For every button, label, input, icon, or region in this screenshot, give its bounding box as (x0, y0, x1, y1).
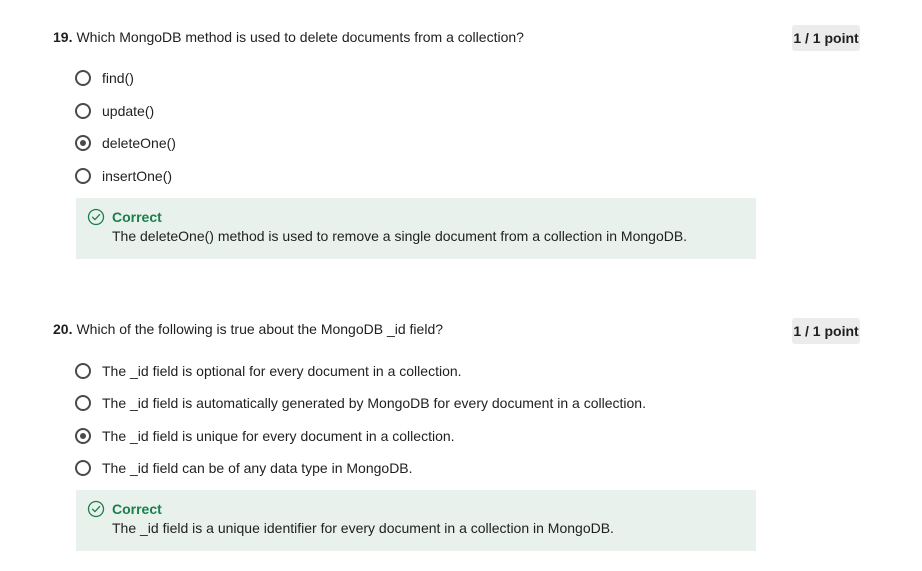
option-label: update() (102, 103, 155, 119)
option-label: The _id field is automatically generated… (102, 395, 646, 411)
option-label: deleteOne() (102, 135, 176, 151)
option-auto-generated[interactable]: The _id field is automatically generated… (75, 393, 646, 413)
question-text: Which of the following is true about the… (76, 321, 444, 337)
option-any-type[interactable]: The _id field can be of any data type in… (75, 458, 413, 478)
check-circle-icon (87, 500, 105, 518)
feedback-panel: Correct The _id field is a unique identi… (76, 490, 756, 551)
option-deleteone[interactable]: deleteOne() (75, 133, 176, 153)
question-header: 19. Which MongoDB method is used to delet… (53, 28, 524, 46)
option-label: The _id field can be of any data type in… (102, 460, 413, 476)
question-header: 20. Which of the following is true about … (53, 320, 443, 338)
radio-button[interactable] (75, 460, 91, 476)
question-number: 19. (53, 29, 73, 45)
radio-button[interactable] (75, 168, 91, 184)
option-insertone[interactable]: insertOne() (75, 166, 172, 186)
option-label: The _id field is optional for every docu… (102, 363, 462, 379)
radio-button[interactable] (75, 103, 91, 119)
radio-button[interactable] (75, 363, 91, 379)
radio-button[interactable] (75, 70, 91, 86)
points-badge: 1 / 1 point (792, 318, 860, 344)
option-label: insertOne() (102, 168, 173, 184)
question-number: 20. (53, 321, 73, 337)
feedback-explanation: The deleteOne() method is used to remove… (112, 228, 688, 244)
radio-button[interactable] (75, 395, 91, 411)
points-badge: 1 / 1 point (792, 25, 860, 51)
feedback-explanation: The _id field is a unique identifier for… (112, 520, 614, 536)
check-circle-icon (87, 208, 105, 226)
option-optional[interactable]: The _id field is optional for every docu… (75, 361, 462, 381)
feedback-status: Correct (112, 209, 162, 225)
feedback-panel: Correct The deleteOne() method is used t… (76, 198, 756, 259)
feedback-status: Correct (112, 501, 162, 517)
question-text: Which MongoDB method is used to delete d… (76, 29, 524, 45)
option-unique[interactable]: The _id field is unique for every docume… (75, 426, 455, 446)
option-label: find() (102, 70, 134, 86)
option-label: The _id field is unique for every docume… (102, 428, 455, 444)
option-update[interactable]: update() (75, 101, 154, 121)
radio-button-selected[interactable] (75, 428, 91, 444)
radio-button-selected[interactable] (75, 135, 91, 151)
option-find[interactable]: find() (75, 68, 134, 88)
